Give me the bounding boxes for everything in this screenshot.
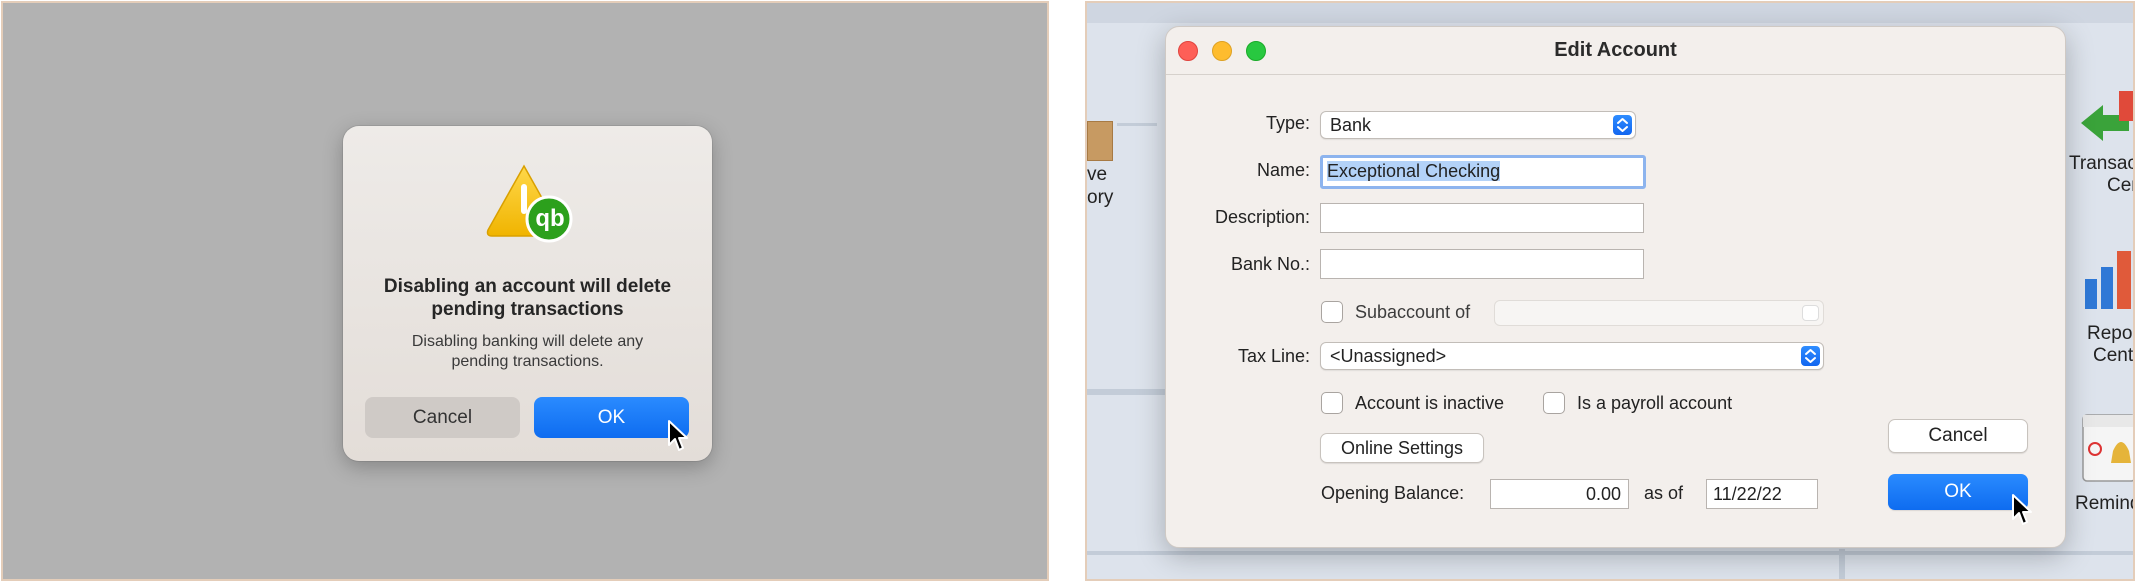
as-of-label: as of: [1644, 483, 1684, 503]
name-input-value: Exceptional Checking: [1327, 161, 1501, 181]
subaccount-select[interactable]: [1494, 300, 1824, 326]
edit-account-dialog: Edit Account Type: Bank Name: Exceptiona…: [1165, 26, 2066, 548]
background-label: Remind: [2075, 493, 2135, 514]
description-label: Description:: [1214, 207, 1310, 227]
qb-badge-text: qb: [535, 205, 565, 232]
type-label: Type:: [1265, 113, 1310, 133]
inventory-icon: [1087, 121, 1113, 161]
mouse-cursor-icon: [2012, 494, 2032, 525]
transactions-center-icon: [2081, 91, 2133, 141]
reports-center-icon: [2085, 251, 2131, 309]
opening-balance-label: Opening Balance:: [1321, 483, 1465, 503]
payroll-account-label: Is a payroll account: [1577, 393, 1733, 413]
background-label: Cente: [2107, 175, 2133, 196]
mouse-cursor-icon: [668, 420, 688, 451]
background-line: [1839, 549, 1845, 579]
alert-message: Disabling banking will delete any pendin…: [411, 333, 644, 370]
name-input[interactable]: Exceptional Checking: [1320, 155, 1646, 189]
right-screenshot-panel: ve ory Transac Cente Repo Cent Remind Ed…: [1085, 1, 2135, 581]
tax-line-select[interactable]: <Unassigned>: [1320, 342, 1824, 370]
online-settings-button[interactable]: Online Settings: [1320, 433, 1484, 463]
alert-cancel-button[interactable]: Cancel: [365, 397, 520, 438]
dialog-titlebar: Edit Account: [1166, 27, 2065, 75]
account-inactive-checkbox[interactable]: [1321, 392, 1343, 414]
bank-no-input[interactable]: [1320, 249, 1644, 279]
alert-dialog: qb Disabling an account will delete pend…: [343, 126, 712, 461]
ok-button[interactable]: OK: [1888, 474, 2028, 510]
alert-title: Disabling an account will delete pending…: [383, 276, 672, 320]
background-label: Cent: [2093, 345, 2134, 366]
dialog-title: Edit Account: [1554, 39, 1677, 61]
chevron-down-icon: [1802, 305, 1819, 321]
account-inactive-label: Account is inactive: [1355, 393, 1505, 413]
subaccount-label: Subaccount of: [1355, 302, 1471, 322]
alert-ok-button[interactable]: OK: [534, 397, 689, 438]
opening-balance-input[interactable]: 0.00: [1490, 479, 1629, 509]
background-line: [1087, 551, 2133, 555]
as-of-date-input[interactable]: 11/22/22: [1706, 479, 1818, 509]
select-arrows-icon: [1613, 115, 1632, 135]
background-label: Repo: [2087, 323, 2133, 344]
tax-line-label: Tax Line:: [1237, 346, 1310, 366]
tax-line-select-value: <Unassigned>: [1330, 346, 1447, 366]
subaccount-checkbox[interactable]: [1321, 301, 1343, 323]
background-label: Transac: [2069, 153, 2135, 174]
payroll-account-checkbox[interactable]: [1543, 392, 1565, 414]
background-label: ve ory: [1087, 164, 1114, 208]
background-line: [1087, 3, 2133, 23]
name-label: Name:: [1256, 160, 1310, 180]
background-line: [1117, 123, 1157, 126]
type-select-value: Bank: [1330, 115, 1372, 135]
reminders-calendar-icon: [2082, 414, 2133, 482]
warning-icon: qb: [484, 162, 576, 246]
description-input[interactable]: [1320, 203, 1644, 233]
cancel-button[interactable]: Cancel: [1888, 419, 2028, 453]
type-select[interactable]: Bank: [1320, 111, 1636, 139]
select-arrows-icon: [1801, 346, 1820, 366]
left-screenshot-panel: qb Disabling an account will delete pend…: [1, 1, 1049, 581]
bank-no-label: Bank No.:: [1230, 254, 1310, 274]
